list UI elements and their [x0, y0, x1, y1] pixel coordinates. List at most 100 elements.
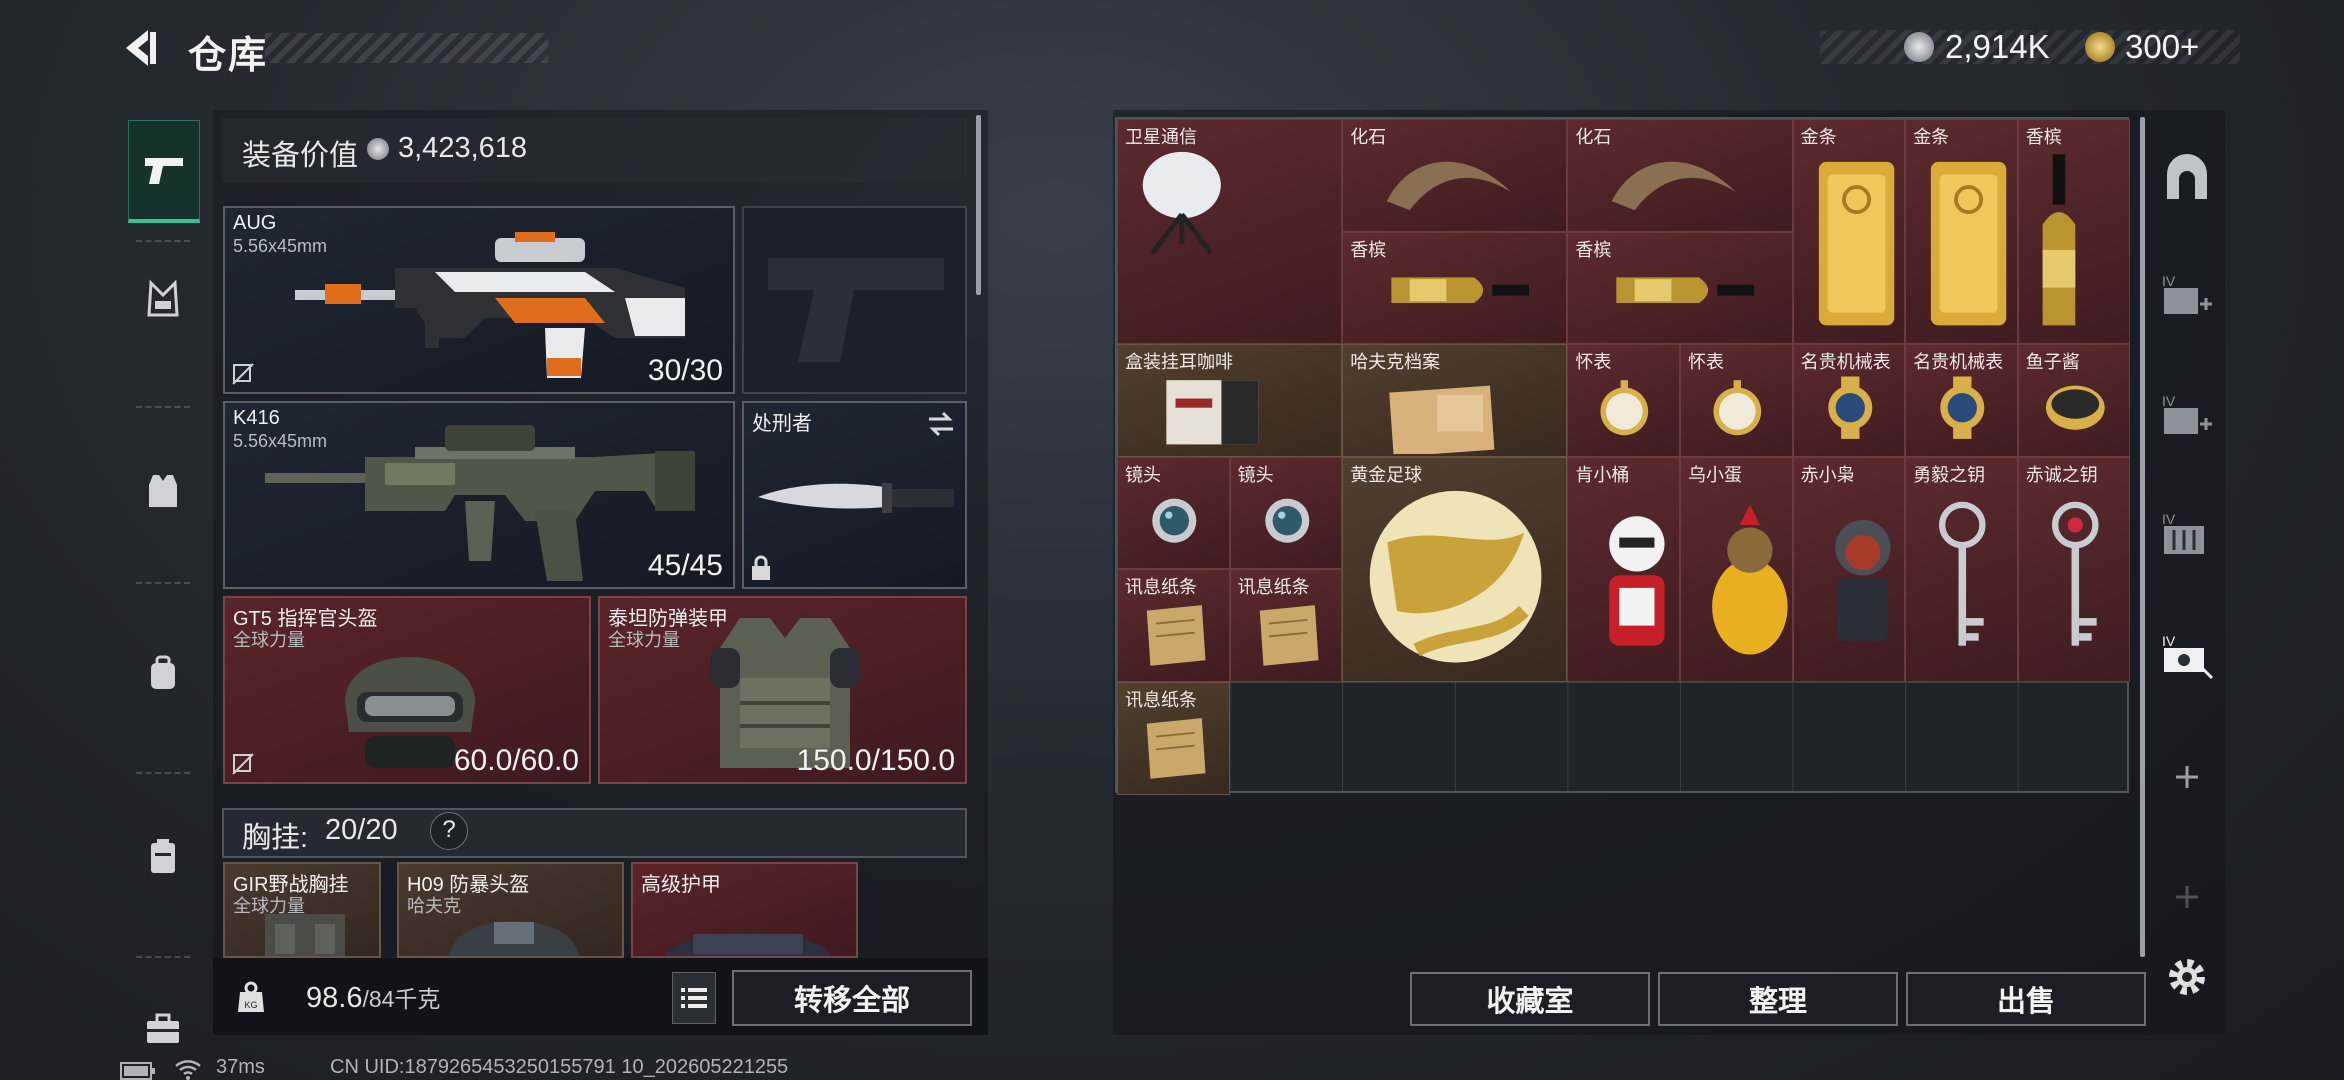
- stash-item-name: 金条: [1913, 127, 1950, 147]
- svg-text:IV: IV: [2162, 273, 2176, 289]
- chest-item-slot[interactable]: H09 防暴头盔 哈夫克: [397, 862, 624, 958]
- chest-rig-label: 胸挂:: [242, 822, 309, 854]
- stash-item[interactable]: 哈夫克档案: [1342, 344, 1568, 457]
- vault-icon: [2167, 154, 2207, 199]
- swap-icon[interactable]: [925, 411, 957, 437]
- stash-item[interactable]: 乌小蛋: [1680, 456, 1793, 682]
- stash-item[interactable]: 勇毅之钥: [1905, 456, 2018, 682]
- stash-item[interactable]: 镜头: [1117, 456, 1230, 570]
- stash-item[interactable]: 化石: [1342, 119, 1568, 232]
- sort-button[interactable]: 整理: [1658, 972, 1898, 1026]
- champagne-lying-icon: [1391, 276, 1530, 303]
- gold-amount[interactable]: 300+: [2125, 28, 2199, 66]
- k416-rifle-icon: [265, 425, 695, 581]
- stash-item[interactable]: 香槟: [1342, 231, 1568, 345]
- silver-amount: 2,914K: [1945, 28, 2050, 65]
- tab-backpack[interactable]: [128, 624, 198, 722]
- gear-icon: [2169, 959, 2205, 995]
- stash-item[interactable]: 肯小桶: [1567, 456, 1680, 682]
- stash-item[interactable]: 名贵机械表: [1905, 344, 2018, 457]
- no-insure-icon: [232, 363, 254, 385]
- gold-coin-icon: [2085, 32, 2115, 62]
- stash-item[interactable]: 讯息纸条: [1117, 682, 1230, 795]
- primary-weapon-slot-1[interactable]: AUG 5.56x45mm 30/30: [223, 206, 735, 394]
- lock-icon: [752, 555, 770, 580]
- sell-button[interactable]: 出售: [1906, 972, 2146, 1026]
- camera-lens-icon: [1152, 498, 1197, 543]
- helmet-slot[interactable]: GT5 指挥官头盔 全球力量 60.0/60.0: [223, 596, 591, 784]
- stash-item[interactable]: 金条: [1792, 119, 1906, 345]
- stash-item[interactable]: 讯息纸条: [1117, 569, 1230, 682]
- stash-item[interactable]: 怀表: [1567, 344, 1680, 457]
- melee-slot[interactable]: 处刑者: [742, 401, 967, 589]
- loadout-scrollbar[interactable]: [976, 115, 981, 295]
- stash-page-tab[interactable]: [2160, 152, 2214, 206]
- ornate-key-red-icon: [2051, 501, 2099, 646]
- aug-rifle-icon: [295, 232, 685, 378]
- stash-item-name: 讯息纸条: [1125, 690, 1197, 710]
- weight-current: 98.6: [306, 982, 363, 1014]
- stash-item-name: 黄金足球: [1350, 464, 1423, 485]
- chest-rig-icon: [147, 279, 179, 317]
- stash-item[interactable]: 香槟: [2017, 119, 2131, 345]
- plus-icon: [2176, 886, 2198, 908]
- camera-lens-icon: [1264, 498, 1309, 543]
- armor-slot[interactable]: 泰坦防弹装甲 全球力量 150.0/150.0: [598, 596, 967, 784]
- stash-page-tab[interactable]: IV: [2160, 268, 2214, 322]
- collection-room-button[interactable]: 收藏室: [1410, 972, 1650, 1026]
- tab-chest-rig[interactable]: [128, 250, 198, 348]
- stash-item-name: 名贵机械表: [1913, 352, 2004, 373]
- stash-page-tab-active[interactable]: IV: [2160, 628, 2214, 682]
- wrist-watch-icon: [1827, 376, 1872, 440]
- file-folder-icon: [1389, 385, 1495, 454]
- stash-item[interactable]: 卫星通信: [1117, 119, 1343, 345]
- chest-item-slot[interactable]: 高级护甲: [631, 862, 858, 958]
- melee-name: 处刑者: [752, 413, 812, 435]
- settings-button[interactable]: [2160, 950, 2214, 1004]
- chest-item-slot[interactable]: GIR野战胸挂 全球力量: [223, 862, 381, 958]
- primary-weapon-slot-2[interactable]: K416 5.56x45mm 45/45: [223, 401, 735, 589]
- stash-item[interactable]: 盒装挂耳咖啡: [1117, 344, 1343, 457]
- stash-item[interactable]: 鱼子酱: [2017, 344, 2131, 457]
- stash-item-name: 金条: [1800, 127, 1837, 147]
- list-view-button[interactable]: [672, 972, 716, 1024]
- stash-page-tab[interactable]: IV: [2160, 388, 2214, 442]
- riot-helmet-icon: [449, 921, 579, 956]
- tab-case[interactable]: [128, 806, 198, 904]
- wifi-icon: [175, 1060, 201, 1080]
- stash-item[interactable]: 香槟: [1567, 231, 1793, 345]
- help-icon[interactable]: ?: [430, 812, 468, 850]
- stash-item[interactable]: 赤小枭: [1792, 456, 1906, 682]
- ping-text: 37ms: [216, 1056, 265, 1078]
- stash-item[interactable]: 黄金足球: [1342, 456, 1568, 682]
- tab-vest[interactable]: [128, 442, 198, 540]
- add-page-button[interactable]: [2160, 750, 2214, 804]
- stash-item[interactable]: 金条: [1905, 119, 2018, 345]
- tab-weapons[interactable]: [128, 120, 200, 223]
- fossil-claw-icon: [1612, 161, 1737, 211]
- chest-rig-count: 20/20: [325, 814, 398, 846]
- chest-rig-item-icon: [265, 914, 345, 956]
- pistol-slot-empty[interactable]: [742, 206, 967, 394]
- back-arrow-icon[interactable]: [118, 26, 162, 70]
- tab-separator: [136, 772, 190, 775]
- helmet-durability: 60.0/60.0: [453, 744, 579, 777]
- stash-item[interactable]: 化石: [1567, 119, 1793, 232]
- stash-item-name: 香槟: [2025, 127, 2062, 147]
- stash-item[interactable]: 讯息纸条: [1229, 569, 1343, 682]
- stash-page-tab[interactable]: IV: [2160, 506, 2214, 560]
- paper-note-icon: [1146, 605, 1206, 667]
- champagne-upright-icon: [2042, 154, 2076, 326]
- equipment-value: 3,423,618: [398, 132, 528, 164]
- stash-item[interactable]: 赤诚之钥: [2017, 456, 2131, 682]
- toolbox-icon: [147, 1013, 179, 1043]
- stash-scrollbar[interactable]: [2140, 117, 2145, 957]
- svg-text:IV: IV: [2162, 393, 2176, 409]
- ammo-count: 45/45: [647, 549, 723, 582]
- stash-item[interactable]: 镜头: [1229, 456, 1343, 570]
- stash-item[interactable]: 怀表: [1680, 344, 1793, 457]
- satellite-dish-icon: [1142, 151, 1221, 255]
- stash-item[interactable]: 名贵机械表: [1792, 344, 1906, 457]
- weight-max: /84千克: [362, 986, 441, 1012]
- transfer-all-button[interactable]: 转移全部: [732, 970, 972, 1026]
